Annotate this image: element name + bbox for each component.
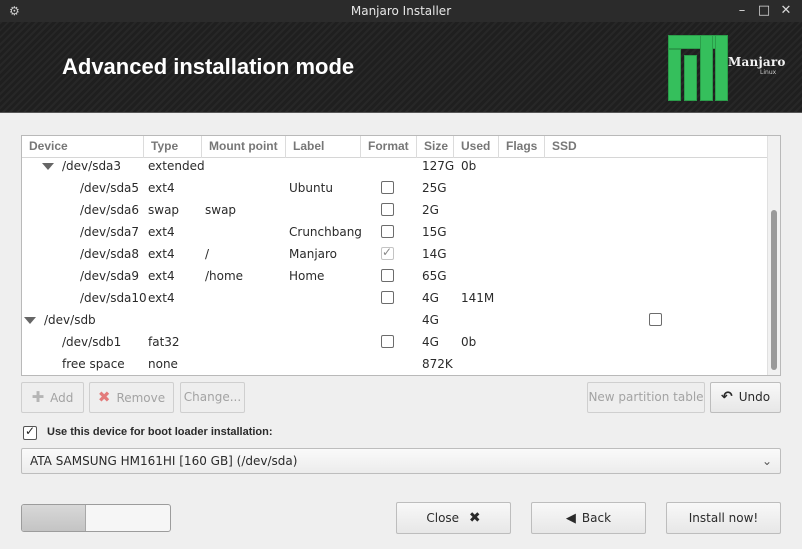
format-checkbox[interactable] (381, 203, 394, 216)
window-title: Manjaro Installer (350, 4, 452, 18)
format-checkbox[interactable] (381, 245, 394, 260)
table-row[interactable]: /dev/sda5 ext4 Ubuntu 25G (22, 177, 768, 199)
new-partition-table-button[interactable]: New partition table (587, 382, 705, 413)
scrollbar-thumb[interactable] (771, 210, 777, 370)
table-row[interactable]: /dev/sdb 4G (22, 309, 768, 331)
table-row[interactable]: /dev/sda7 ext4 Crunchbang 15G (22, 221, 768, 243)
remove-x-icon: ✖ (97, 388, 111, 406)
table-row[interactable]: /dev/sdb1 fat32 4G 0b (22, 331, 768, 353)
install-now-button[interactable]: Install now! (666, 502, 781, 534)
format-checkbox[interactable] (381, 269, 394, 282)
format-checkbox[interactable] (381, 335, 394, 348)
close-window-icon[interactable]: ✕ (779, 0, 793, 22)
table-row[interactable]: /dev/sda6 swap swap 2G (22, 199, 768, 221)
header-banner: Advanced installation mode Manjaro Linux (0, 22, 802, 113)
remove-button[interactable]: ✖ Remove (89, 382, 174, 413)
table-row[interactable]: /dev/sda3 extended 127G 0b (22, 155, 768, 177)
title-bar: ⚙ Manjaro Installer – □ ✕ (0, 0, 802, 22)
change-button[interactable]: Change... (180, 382, 245, 413)
undo-button[interactable]: ↶ Undo (710, 382, 781, 413)
page-title: Advanced installation mode (62, 54, 355, 79)
table-row[interactable]: /dev/sda8 ext4 / Manjaro 14G (22, 243, 768, 265)
ssd-checkbox[interactable] (649, 313, 662, 326)
add-button[interactable]: ✚ Add (21, 382, 84, 413)
back-arrow-icon: ◀ (565, 511, 576, 526)
undo-arrow-icon: ↶ (720, 389, 733, 405)
format-checkbox[interactable] (381, 291, 394, 304)
boot-loader-label: Use this device for boot loader installa… (47, 426, 273, 438)
partition-table[interactable]: Device Type Mount point Label Format Siz… (21, 135, 781, 376)
gear-icon[interactable]: ⚙ (9, 0, 20, 22)
plus-icon: ✚ (31, 388, 45, 406)
installer-progress-bar (21, 504, 171, 532)
logo-subtext: Linux (760, 69, 777, 76)
table-row[interactable]: free space none 872K (22, 353, 768, 375)
boot-device-select[interactable]: ATA SAMSUNG HM161HI [160 GB] (/dev/sda) … (21, 448, 781, 474)
back-button[interactable]: ◀ Back (531, 502, 646, 534)
chevron-down-icon: ⌄ (761, 454, 772, 468)
minimize-icon[interactable]: – (735, 0, 749, 22)
format-checkbox[interactable] (381, 225, 394, 238)
installer-window: ⚙ Manjaro Installer – □ ✕ Advanced insta… (0, 0, 802, 549)
expander-down-icon[interactable] (42, 163, 54, 170)
maximize-icon[interactable]: □ (757, 0, 771, 22)
table-row[interactable]: /dev/sda10 ext4 4G 141M (22, 287, 768, 309)
expander-down-icon[interactable] (24, 317, 36, 324)
boot-loader-checkbox[interactable] (23, 424, 37, 440)
close-x-icon: ✖ (468, 510, 481, 526)
progress-fill (22, 505, 86, 531)
close-button[interactable]: Close ✖ (396, 502, 511, 534)
logo-text: Manjaro (728, 55, 786, 69)
format-checkbox[interactable] (381, 181, 394, 194)
table-row[interactable]: /dev/sda9 ext4 /home Home 65G (22, 265, 768, 287)
table-scrollbar[interactable] (767, 136, 780, 375)
manjaro-logo: Manjaro Linux (668, 35, 785, 101)
